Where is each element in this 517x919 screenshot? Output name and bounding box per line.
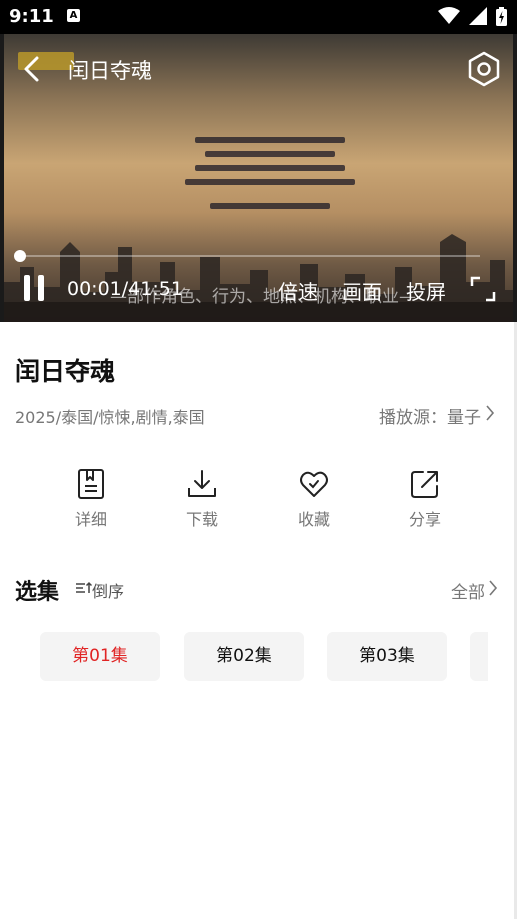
show-title: 闰日夺魂 — [15, 357, 116, 386]
speed-button[interactable]: 倍速 — [278, 276, 318, 305]
fullscreen-icon[interactable] — [470, 276, 496, 302]
episodes-title: 选集 — [15, 580, 60, 605]
share-icon — [411, 471, 438, 498]
player-title: 闰日夺魂 — [68, 59, 152, 83]
sort-icon[interactable] — [76, 581, 92, 595]
pause-icon[interactable] — [22, 275, 46, 301]
current-time: 00:01 — [67, 278, 122, 300]
back-arrow-icon[interactable] — [18, 54, 48, 84]
total-time: 41:51 — [128, 278, 183, 300]
download-button[interactable]: 下载 — [162, 468, 242, 530]
disclaimer-line — [195, 137, 345, 143]
disclaimer-line — [205, 151, 335, 157]
cast-button[interactable]: 投屏 — [406, 276, 446, 305]
notification-a-icon: A — [67, 9, 80, 22]
action-bar: 详细 下载 收藏 分享 — [0, 468, 517, 534]
source-selector[interactable]: 播放源：量子 — [379, 403, 481, 428]
favorite-button[interactable]: 收藏 — [274, 468, 354, 530]
settings-hexagon-icon[interactable] — [467, 51, 501, 87]
picture-button[interactable]: 画面 — [342, 276, 382, 305]
battery-icon — [496, 7, 507, 26]
source-label: 播放源： — [379, 408, 447, 428]
details-label: 详细 — [74, 510, 107, 529]
player-right-edge — [513, 34, 517, 322]
source-value: 量子 — [447, 408, 481, 428]
status-bar: 9:11 A — [0, 0, 517, 34]
episode-item[interactable]: 第02集 — [184, 632, 304, 681]
chevron-right-icon[interactable] — [488, 579, 498, 597]
share-button[interactable]: 分享 — [385, 468, 465, 530]
playback-time: 00:01/41:51 — [67, 278, 183, 300]
progress-handle[interactable] — [14, 250, 26, 262]
wifi-icon — [437, 7, 460, 24]
details-button[interactable]: 详细 — [51, 468, 131, 530]
all-episodes-link[interactable]: 全部 — [451, 578, 485, 603]
show-meta: 2025/泰国/惊悚,剧情,泰国 — [15, 408, 205, 427]
details-icon — [78, 469, 104, 499]
video-thai-disclaimer — [150, 129, 390, 217]
share-label: 分享 — [408, 510, 441, 529]
progress-bar[interactable] — [20, 255, 480, 257]
chevron-right-icon[interactable] — [485, 404, 495, 422]
disclaimer-line — [185, 179, 355, 185]
disclaimer-line — [210, 203, 330, 209]
episode-item[interactable]: 第03集 — [327, 632, 447, 681]
favorite-heart-icon — [300, 471, 328, 497]
video-player[interactable]: 闰日夺魂 —部作角色、行为、地点、机构、职业— 00:01/41:51 倍速 画… — [0, 34, 517, 322]
download-label: 下载 — [185, 510, 218, 529]
episode-item[interactable]: 第01集 — [40, 632, 160, 681]
disclaimer-line — [195, 165, 345, 171]
download-icon — [188, 470, 216, 497]
status-time: 9:11 — [9, 6, 54, 27]
favorite-label: 收藏 — [297, 510, 330, 529]
signal-icon — [468, 7, 487, 25]
sort-toggle[interactable]: 倒序 — [92, 578, 124, 602]
status-indicators — [434, 7, 507, 27]
player-left-edge — [0, 34, 4, 322]
episode-item[interactable] — [470, 632, 488, 681]
